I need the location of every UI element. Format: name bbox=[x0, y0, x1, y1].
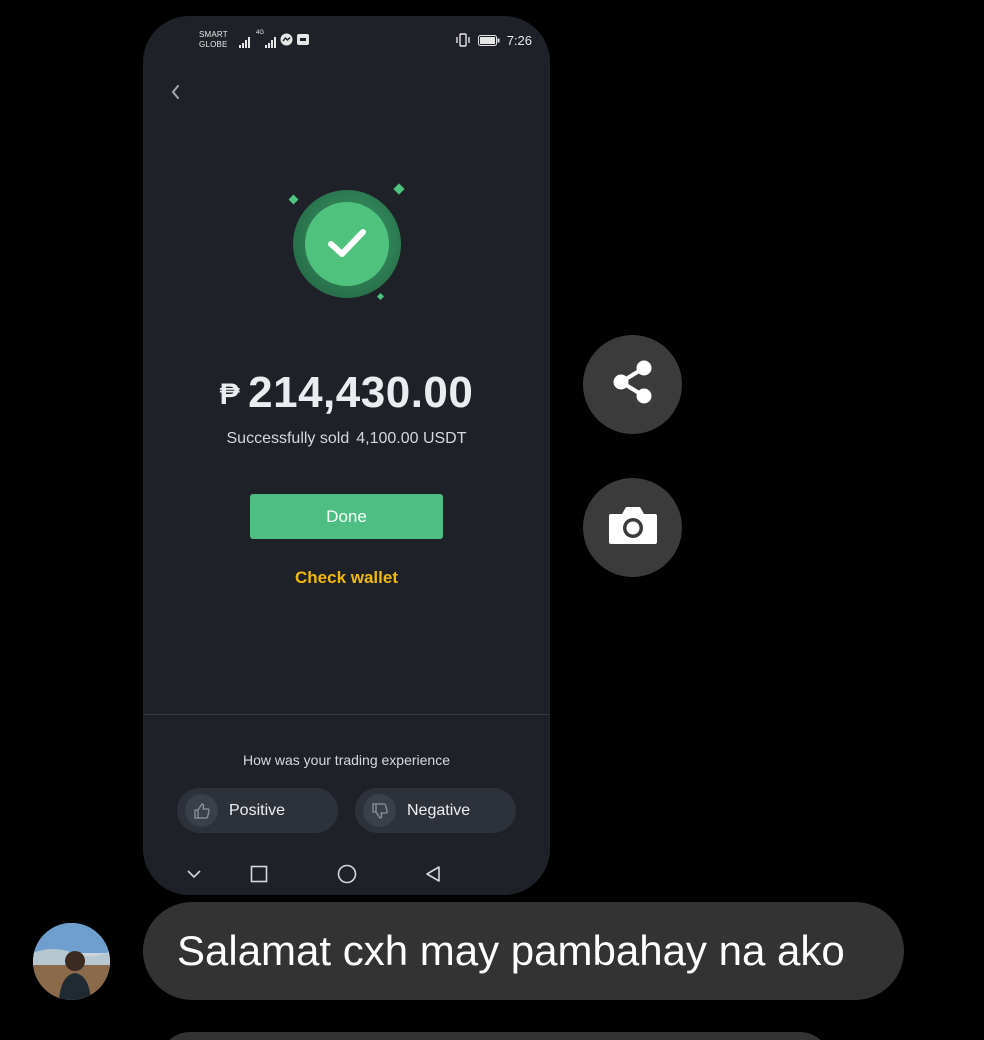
battery-icon bbox=[478, 35, 500, 49]
screenshot-camera-button[interactable] bbox=[583, 478, 682, 577]
nav-back-icon[interactable] bbox=[415, 856, 451, 892]
carrier-line-2: GLOBE bbox=[199, 40, 228, 49]
positive-label: Positive bbox=[229, 802, 286, 819]
negative-label: Negative bbox=[407, 802, 471, 819]
messenger-icon bbox=[280, 33, 293, 49]
feedback-question: How was your trading experience bbox=[243, 752, 450, 768]
vibrate-icon bbox=[455, 33, 471, 50]
negative-button[interactable]: Negative bbox=[355, 788, 516, 833]
nav-home-icon[interactable] bbox=[329, 856, 365, 892]
carrier-label: SMART GLOBE bbox=[199, 30, 228, 50]
done-button[interactable]: Done bbox=[250, 494, 443, 539]
sold-label: Successfully sold bbox=[226, 430, 350, 447]
thumbs-down-icon bbox=[363, 794, 396, 827]
signal-icon-2 bbox=[265, 34, 276, 48]
back-icon[interactable] bbox=[169, 82, 189, 102]
camera-icon bbox=[607, 504, 659, 551]
chat-message-bubble[interactable]: Salamat cxh may pambahay na ako bbox=[143, 902, 904, 1000]
avatar[interactable] bbox=[33, 923, 110, 1000]
share-button[interactable] bbox=[583, 335, 682, 434]
carrier-line-1: SMART bbox=[199, 30, 228, 39]
sold-summary: Successfully sold 4,100.00 USDT bbox=[143, 430, 550, 448]
share-icon bbox=[611, 359, 655, 410]
nav-recent-icon[interactable] bbox=[241, 856, 277, 892]
chat-message-text: Salamat cxh may pambahay na ako bbox=[177, 927, 845, 974]
amount-value: 214,430.00 bbox=[248, 368, 474, 417]
system-nav-bar bbox=[143, 856, 550, 892]
thumbs-up-icon bbox=[185, 794, 218, 827]
currency-symbol: ₱ bbox=[219, 378, 241, 411]
screen: SMART GLOBE 4G 7:26 ₱ 214,430.00 Success… bbox=[0, 0, 984, 1040]
sold-amount: ₱ 214,430.00 bbox=[143, 368, 550, 418]
chat-message-bubble-next bbox=[160, 1032, 830, 1040]
network-label: 4G bbox=[256, 30, 265, 36]
app-icon bbox=[297, 34, 309, 48]
positive-button[interactable]: Positive bbox=[177, 788, 338, 833]
signal-icon bbox=[239, 34, 250, 48]
status-time: 7:26 bbox=[506, 33, 532, 48]
phone-screenshot: SMART GLOBE 4G 7:26 ₱ 214,430.00 Success… bbox=[143, 16, 550, 895]
nav-down-icon[interactable] bbox=[176, 856, 212, 892]
divider bbox=[143, 714, 550, 715]
check-wallet-link[interactable]: Check wallet bbox=[143, 568, 550, 588]
sold-value: 4,100.00 USDT bbox=[356, 430, 467, 447]
status-bar: SMART GLOBE 4G 7:26 bbox=[143, 16, 550, 66]
success-check-icon bbox=[288, 183, 405, 301]
